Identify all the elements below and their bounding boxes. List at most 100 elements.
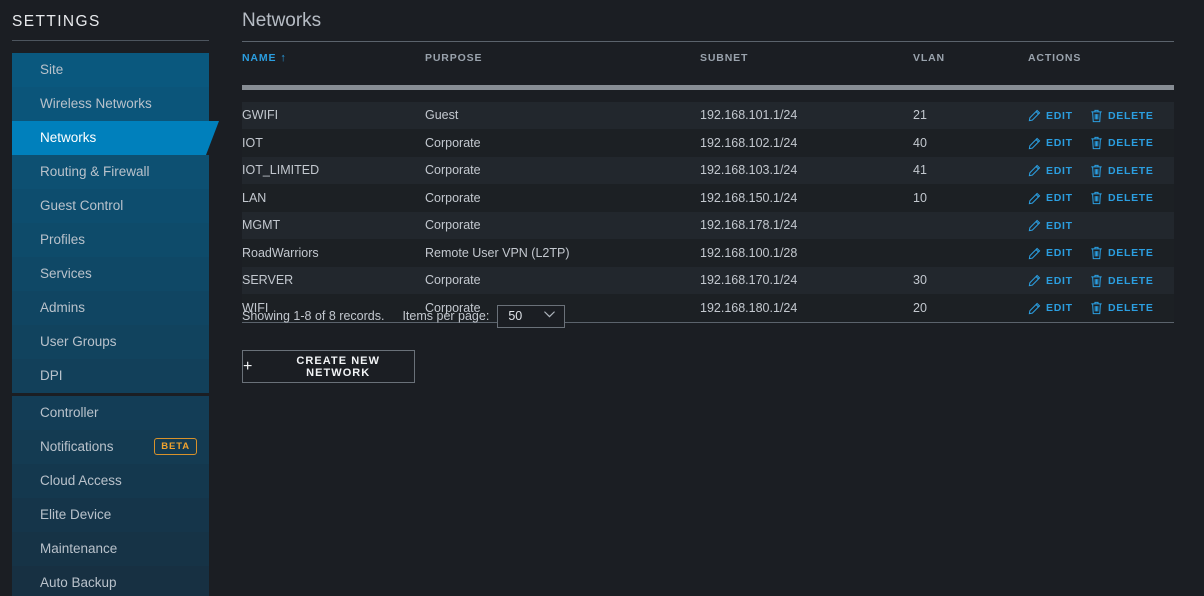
- table-row[interactable]: IOT Corporate 192.168.102.1/24 40 EDIT DELETE: [242, 129, 1174, 157]
- sidebar-item-label: Controller: [40, 405, 99, 420]
- items-per-page-label: Items per page:: [402, 309, 490, 323]
- table-row[interactable]: LAN Corporate 192.168.150.1/24 10 EDIT DELETE: [242, 184, 1174, 212]
- sidebar-item-dpi[interactable]: DPI: [12, 359, 209, 393]
- sidebar-item-wireless-networks[interactable]: Wireless Networks: [12, 87, 209, 121]
- column-header-purpose[interactable]: PURPOSE: [425, 52, 700, 74]
- table-row[interactable]: MGMT Corporate 192.168.178.1/24 EDIT: [242, 211, 1174, 239]
- items-per-page-select[interactable]: 50: [497, 304, 566, 328]
- cell-vlan: 10: [913, 184, 1028, 212]
- cell-subnet: 192.168.170.1/24: [700, 266, 913, 294]
- sidebar-group-primary: Site Wireless Networks Networks Routing & F…: [12, 53, 219, 393]
- sidebar-item-networks[interactable]: Networks: [12, 121, 219, 155]
- trash-icon: [1090, 136, 1103, 150]
- edit-label: EDIT: [1046, 192, 1073, 205]
- column-header-name[interactable]: NAME ↑: [242, 52, 425, 74]
- sidebar-item-notifications[interactable]: Notifications BETA: [12, 430, 209, 464]
- column-header-actions[interactable]: ACTIONS: [1028, 52, 1174, 74]
- cell-purpose: Guest: [425, 101, 700, 129]
- sidebar-item-user-groups[interactable]: User Groups: [12, 325, 209, 359]
- sidebar-item-profiles[interactable]: Profiles: [12, 223, 209, 257]
- sidebar-item-elite-device[interactable]: Elite Device: [12, 498, 209, 532]
- cell-name: LAN: [242, 184, 425, 212]
- table-body: GWIFI Guest 192.168.101.1/24 21 EDIT DELETE IO…: [242, 101, 1174, 322]
- delete-label: DELETE: [1108, 192, 1154, 205]
- edit-button[interactable]: EDIT: [1028, 137, 1090, 150]
- cell-vlan: 30: [913, 266, 1028, 294]
- table-header-row: NAME ↑ PURPOSE SUBNET VLAN ACTIONS: [242, 52, 1174, 74]
- sidebar-group-secondary: Controller Notifications BETA Cloud Access E…: [12, 396, 209, 596]
- edit-button[interactable]: EDIT: [1028, 219, 1090, 232]
- edit-button[interactable]: EDIT: [1028, 247, 1090, 260]
- cell-actions: EDIT DELETE: [1028, 129, 1174, 157]
- cell-subnet: 192.168.150.1/24: [700, 184, 913, 212]
- sidebar-item-site[interactable]: Site: [12, 53, 209, 87]
- sidebar-item-cloud-access[interactable]: Cloud Access: [12, 464, 209, 498]
- delete-button[interactable]: DELETE: [1090, 164, 1166, 178]
- table-row[interactable]: IOT_LIMITED Corporate 192.168.103.1/24 41 ED…: [242, 156, 1174, 184]
- cell-purpose: Remote User VPN (L2TP): [425, 239, 700, 267]
- column-header-vlan[interactable]: VLAN: [913, 52, 1028, 74]
- delete-button[interactable]: DELETE: [1090, 136, 1166, 150]
- cell-vlan: [913, 211, 1028, 239]
- sidebar-item-auto-backup[interactable]: Auto Backup: [12, 566, 209, 596]
- table-row[interactable]: RoadWarriors Remote User VPN (L2TP) 192.16…: [242, 239, 1174, 267]
- main-content: Networks NAME ↑ PURPOSE SUBNET VLAN ACTIONS G…: [220, 0, 1204, 596]
- delete-label: DELETE: [1108, 109, 1154, 122]
- cell-name: MGMT: [242, 211, 425, 239]
- create-new-network-label: CREATE NEW NETWORK: [296, 354, 381, 379]
- sidebar-item-label: Wireless Networks: [40, 96, 152, 111]
- sidebar-item-admins[interactable]: Admins: [12, 291, 209, 325]
- delete-button[interactable]: DELETE: [1090, 246, 1166, 260]
- cell-purpose: Corporate: [425, 266, 700, 294]
- cell-vlan: 40: [913, 129, 1028, 157]
- edit-button[interactable]: EDIT: [1028, 109, 1090, 122]
- sidebar-item-label: Site: [40, 62, 64, 77]
- cell-actions: EDIT DELETE: [1028, 184, 1174, 212]
- cell-subnet: 192.168.178.1/24: [700, 211, 913, 239]
- cell-actions: EDIT: [1028, 211, 1174, 239]
- table-row[interactable]: SERVER Corporate 192.168.170.1/24 30 EDIT DEL…: [242, 266, 1174, 294]
- sidebar-item-label: Networks: [40, 130, 97, 145]
- sidebar-item-services[interactable]: Services: [12, 257, 209, 291]
- sidebar-item-label: DPI: [40, 368, 63, 383]
- cell-name: IOT: [242, 129, 425, 157]
- edit-label: EDIT: [1046, 247, 1073, 260]
- pagination-bar: Showing 1-8 of 8 records. Items per page…: [242, 304, 1174, 328]
- sidebar-item-guest-control[interactable]: Guest Control: [12, 189, 209, 223]
- delete-button[interactable]: DELETE: [1090, 274, 1166, 288]
- sidebar-item-label: Elite Device: [40, 507, 112, 522]
- sidebar-item-maintenance[interactable]: Maintenance: [12, 532, 209, 566]
- edit-label: EDIT: [1046, 164, 1073, 177]
- column-header-subnet[interactable]: SUBNET: [700, 52, 913, 74]
- horizontal-scrollbar[interactable]: [242, 85, 1174, 91]
- delete-button[interactable]: DELETE: [1090, 191, 1166, 205]
- edit-label: EDIT: [1046, 137, 1073, 150]
- create-new-network-button[interactable]: + CREATE NEW NETWORK: [242, 350, 415, 383]
- edit-button[interactable]: EDIT: [1028, 192, 1090, 205]
- sidebar-item-routing-firewall[interactable]: Routing & Firewall: [12, 155, 209, 189]
- column-header-label: VLAN: [913, 52, 945, 64]
- trash-icon: [1090, 274, 1103, 288]
- trash-icon: [1090, 164, 1103, 178]
- edit-button[interactable]: EDIT: [1028, 164, 1090, 177]
- delete-button[interactable]: DELETE: [1090, 109, 1166, 123]
- delete-label: DELETE: [1108, 137, 1154, 150]
- edit-button[interactable]: EDIT: [1028, 274, 1090, 287]
- sort-ascending-icon: ↑: [280, 52, 287, 64]
- cell-name: SERVER: [242, 266, 425, 294]
- title-divider: [242, 41, 1174, 42]
- column-header-label: ACTIONS: [1028, 52, 1082, 64]
- settings-sidebar: SETTINGS Site Wireless Networks Networks Ro…: [0, 0, 220, 596]
- cell-subnet: 192.168.100.1/28: [700, 239, 913, 267]
- sidebar-item-controller[interactable]: Controller: [12, 396, 209, 430]
- sidebar-item-label: Admins: [40, 300, 86, 315]
- delete-label: DELETE: [1108, 247, 1154, 260]
- delete-label: DELETE: [1108, 164, 1154, 177]
- pencil-icon: [1028, 137, 1041, 150]
- table-header-bar-row: [242, 74, 1174, 102]
- cell-actions: EDIT DELETE: [1028, 266, 1174, 294]
- sidebar-item-label: Maintenance: [40, 541, 118, 556]
- plus-icon: +: [243, 357, 254, 375]
- table-row[interactable]: GWIFI Guest 192.168.101.1/24 21 EDIT DELETE: [242, 101, 1174, 129]
- cell-actions: EDIT DELETE: [1028, 156, 1174, 184]
